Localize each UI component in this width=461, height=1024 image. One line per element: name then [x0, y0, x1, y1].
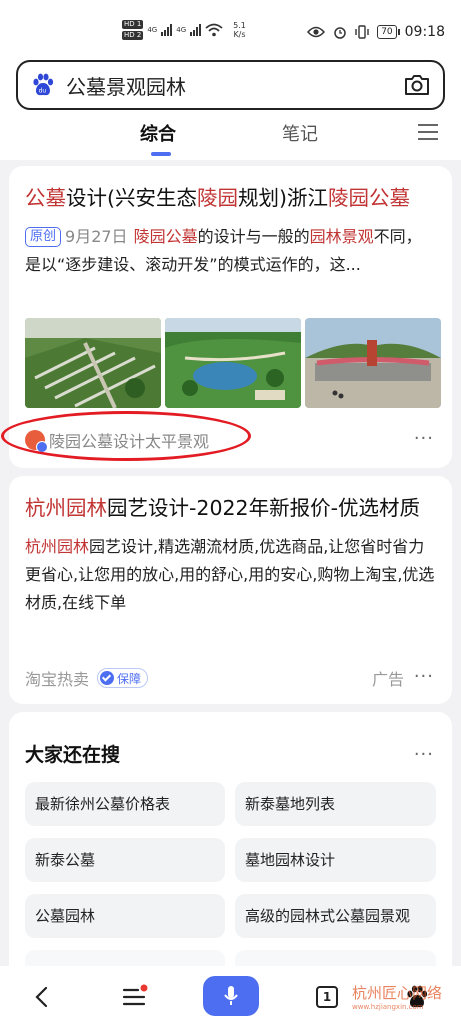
vibrate-icon	[355, 25, 369, 39]
window-count-button[interactable]: 1	[316, 986, 338, 1008]
cemetery-aerial-image[interactable]	[25, 318, 161, 408]
active-tab-indicator	[151, 152, 171, 156]
result-snippet: 杭州园林园艺设计,精选潮流材质,优选商品,让您省时省力更省心,让您用的放心,用的…	[25, 537, 435, 612]
tab-notes[interactable]: 笔记	[282, 120, 318, 146]
battery-indicator: 70	[377, 25, 401, 39]
ad-label: 广告	[371, 670, 404, 689]
net2-label: 4G	[176, 26, 187, 34]
result-snippet: 原创 9月27日 陵园公墓的设计与一般的园林景观不同，是以“逐步建设、滚动开发”的模…	[25, 227, 422, 274]
wifi-icon	[205, 23, 223, 37]
net1-label: 4G	[147, 26, 158, 34]
hd1-icon: HD 1	[122, 20, 144, 29]
feed-menu-icon[interactable]	[122, 984, 148, 1008]
camera-icon[interactable]	[403, 73, 431, 97]
eye-icon	[307, 26, 326, 38]
annotation-ellipse	[1, 411, 251, 461]
menu-icon[interactable]	[418, 124, 438, 140]
result-date: 9月27日	[65, 227, 128, 246]
more-options-icon[interactable]: ···	[414, 666, 434, 687]
tab-comprehensive[interactable]: 综合	[140, 120, 176, 146]
search-header: du 公墓景观园林 综合 笔记	[0, 56, 461, 160]
related-search-chip[interactable]: 高级的园林式公墓园景观	[235, 894, 436, 938]
cemetery-lake-image[interactable]	[165, 318, 301, 408]
related-search-chip[interactable]: 新泰公墓	[25, 838, 225, 882]
microphone-icon	[224, 986, 238, 1005]
result-title[interactable]: 杭州园林园艺设计-2022年新报价-优选材质	[9, 476, 452, 525]
more-options-icon[interactable]: ···	[414, 744, 434, 765]
search-box[interactable]: du 公墓景观园林	[16, 60, 445, 110]
net-speed: 5.1 K/s	[233, 21, 246, 39]
check-shield-icon	[100, 671, 115, 685]
related-search-chip[interactable]: 最新徐州公墓价格表	[25, 782, 225, 826]
related-search-chip[interactable]: 公墓园林	[25, 894, 225, 938]
svg-text:du: du	[39, 88, 47, 95]
watermark: 杭州匠心网络 www.hzjiangxin.com	[352, 984, 443, 1011]
back-icon[interactable]	[34, 986, 48, 1008]
result-tabs: 综合 笔记	[0, 120, 461, 160]
related-search-chip[interactable]: 墓地园林设计	[235, 838, 436, 882]
related-search-chip[interactable]: 新泰墓地列表	[235, 782, 436, 826]
alarm-icon	[334, 27, 346, 39]
result-title[interactable]: 公墓设计(兴安生态陵园规划)浙江陵园公墓	[9, 166, 452, 215]
result-source[interactable]: 淘宝热卖 保障	[25, 666, 149, 690]
cemetery-plaza-image[interactable]	[305, 318, 441, 408]
related-searches-title: 大家还在搜	[25, 744, 121, 766]
clock: 09:18	[404, 24, 445, 40]
network-status: HD 1 HD 2 4G 4G 5.1 K/s	[122, 20, 246, 40]
search-input[interactable]: 公墓景观园林	[66, 71, 403, 100]
baidu-paw-icon: du	[33, 73, 54, 96]
status-bar: HD 1 HD 2 4G 4G 5.1 K/s 70 09:18	[0, 0, 461, 56]
system-status: 70 09:18	[307, 24, 445, 40]
signal2-icon	[190, 24, 202, 36]
guarantee-badge: 保障	[97, 668, 149, 688]
hd2-icon: HD 2	[122, 31, 144, 40]
result-images	[25, 318, 441, 408]
more-options-icon[interactable]: ···	[414, 428, 434, 449]
original-badge: 原创	[25, 227, 62, 247]
signal1-icon	[161, 24, 173, 36]
voice-search-button[interactable]	[203, 976, 259, 1016]
hd-icons: HD 1 HD 2	[122, 20, 144, 40]
ad-result-card[interactable]: 杭州园林园艺设计-2022年新报价-优选材质 杭州园林园艺设计,精选潮流材质,优…	[9, 476, 452, 704]
